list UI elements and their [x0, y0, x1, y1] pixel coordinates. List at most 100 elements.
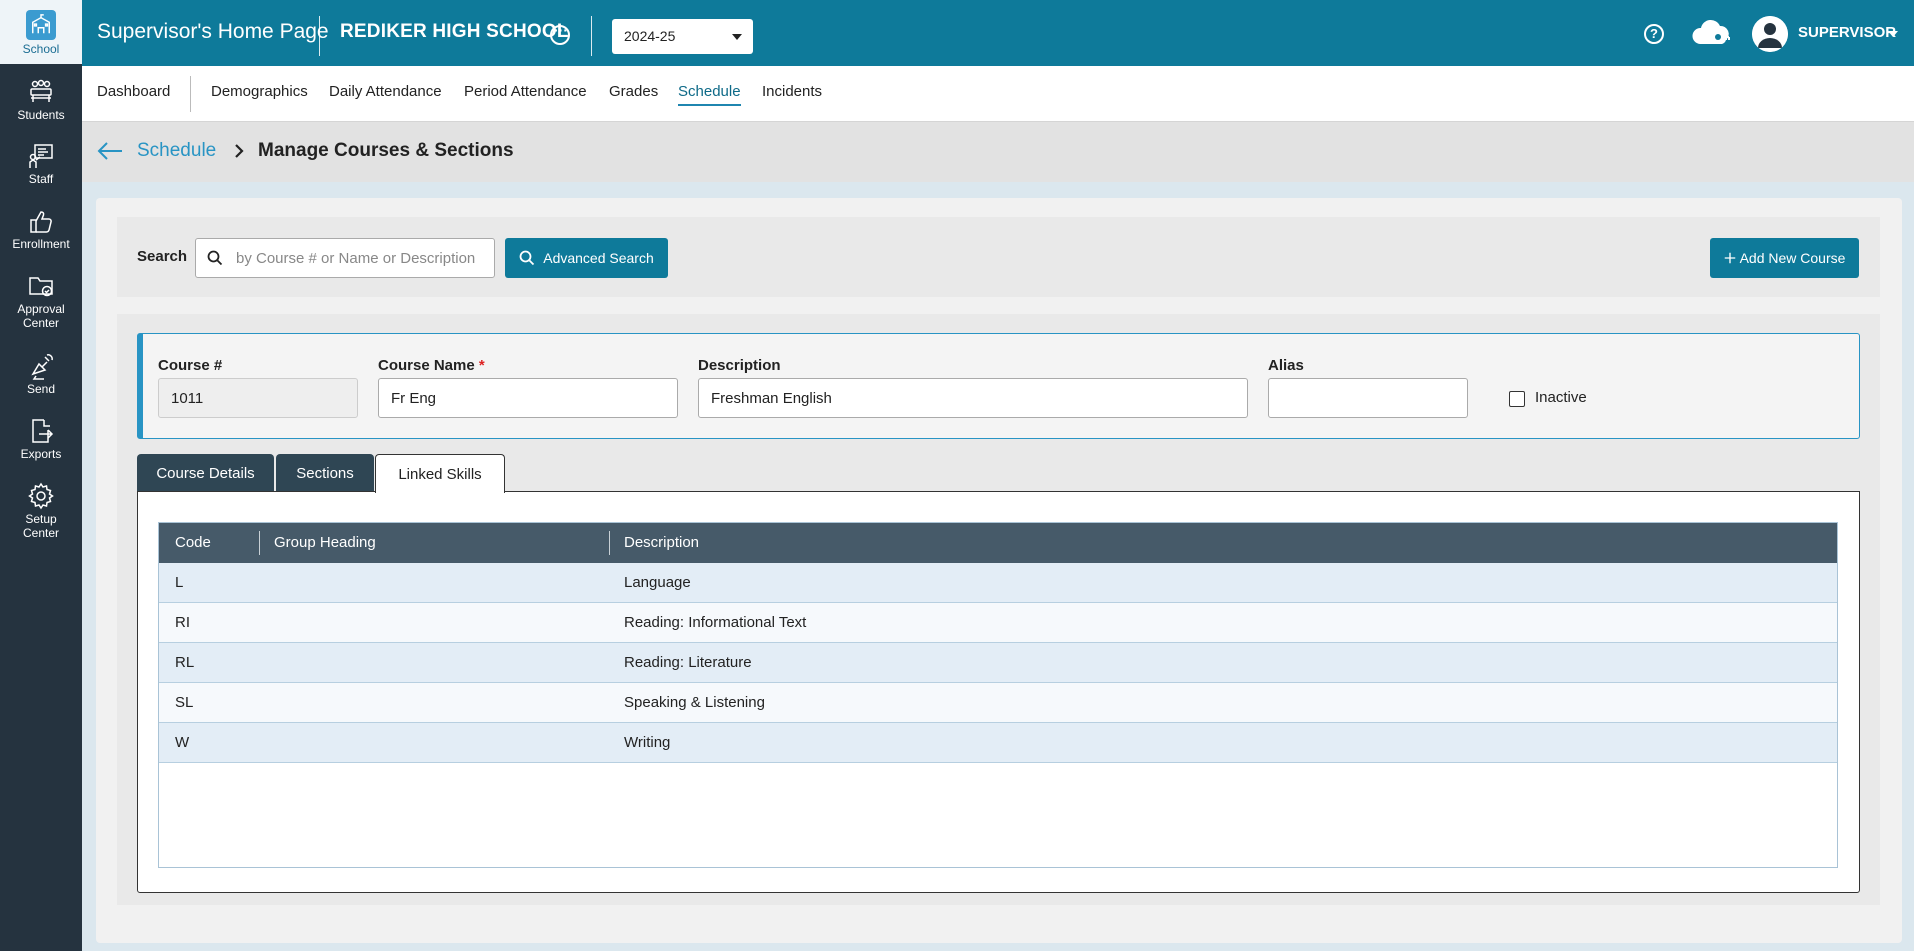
user-menu[interactable]: SUPERVISOR	[1798, 24, 1896, 41]
rail-item-approval-center[interactable]: Approval Center	[0, 272, 82, 330]
rail-item-send[interactable]: Send	[0, 352, 82, 396]
course-name-label: Course Name *	[378, 357, 485, 374]
required-mark: *	[478, 357, 485, 374]
nav-grades[interactable]: Grades	[609, 83, 658, 100]
cell-code: RL	[175, 654, 195, 671]
table-row[interactable]: W Writing	[159, 723, 1837, 763]
school-options-icon[interactable]	[550, 22, 570, 45]
alias-label: Alias	[1268, 357, 1304, 374]
top-bar: Supervisor's Home Page REDIKER HIGH SCHO…	[82, 0, 1914, 66]
alias-field[interactable]	[1268, 378, 1468, 418]
plus-icon	[1724, 252, 1735, 264]
nav-incidents[interactable]: Incidents	[762, 83, 822, 100]
table-row[interactable]: SL Speaking & Listening	[159, 683, 1837, 723]
cell-code: L	[175, 574, 184, 591]
module-nav: Dashboard Demographics Daily Attendance …	[82, 66, 1914, 122]
inactive-checkbox[interactable]	[1509, 391, 1525, 407]
description-field[interactable]: Freshman English	[698, 378, 1248, 418]
school-name: REDIKER HIGH SCHOOL	[340, 21, 569, 42]
nav-period-attendance[interactable]: Period Attendance	[464, 83, 587, 100]
nav-dashboard[interactable]: Dashboard	[97, 83, 170, 100]
enrollment-icon	[30, 211, 52, 233]
course-name-label-text: Course Name	[378, 357, 475, 374]
rail-label: Setup	[25, 512, 57, 526]
cloud-key-icon[interactable]	[1690, 18, 1734, 50]
table-row[interactable]: RI Reading: Informational Text	[159, 603, 1837, 643]
breadcrumb: Schedule Manage Courses & Sections	[82, 122, 1914, 182]
year-select[interactable]: 2024-25	[612, 19, 753, 54]
send-icon	[31, 354, 53, 380]
rail-label: Center	[22, 316, 60, 330]
cell-description: Language	[624, 574, 691, 591]
staff-icon	[29, 144, 53, 168]
cell-description: Speaking & Listening	[624, 694, 765, 711]
caret-down-icon	[732, 34, 742, 40]
inactive-label: Inactive	[1535, 389, 1587, 406]
rail-item-staff[interactable]: Staff	[0, 142, 82, 186]
search-label: Search	[137, 248, 188, 265]
rail-item-students[interactable]: Students	[0, 78, 82, 122]
caret-down-icon[interactable]	[1888, 31, 1898, 37]
advanced-search-button[interactable]: Advanced Search	[505, 238, 668, 278]
rail-label: School	[22, 42, 60, 56]
breadcrumb-schedule-link[interactable]: Schedule	[137, 140, 216, 162]
add-new-course-label: Add New Course	[1739, 250, 1846, 266]
page-title: Manage Courses & Sections	[258, 140, 514, 161]
column-resize-handle[interactable]	[259, 531, 260, 555]
nav-schedule[interactable]: Schedule	[678, 83, 741, 106]
rail-label: Enrollment	[12, 237, 70, 251]
course-name-field[interactable]: Fr Eng	[378, 378, 678, 418]
rail-item-exports[interactable]: Exports	[0, 417, 82, 461]
linked-skills-grid: Code Group Heading Description L Languag…	[158, 522, 1838, 868]
table-row[interactable]: RL Reading: Literature	[159, 643, 1837, 683]
rail-item-setup-center[interactable]: Setup Center	[0, 482, 82, 540]
grid-header: Code Group Heading Description	[159, 523, 1837, 563]
tab-linked-skills[interactable]: Linked Skills	[375, 454, 505, 493]
divider	[591, 16, 592, 56]
rail-item-school[interactable]: School	[0, 0, 82, 64]
setup-center-icon	[28, 482, 54, 510]
chevron-right-icon	[235, 144, 244, 158]
description-label: Description	[698, 357, 781, 374]
course-number-label: Course #	[158, 357, 223, 374]
divider	[190, 76, 191, 112]
back-arrow-icon[interactable]	[96, 140, 124, 162]
exports-icon	[32, 419, 54, 443]
tab-sections[interactable]: Sections	[276, 454, 374, 492]
help-icon[interactable]: ?	[1644, 24, 1664, 44]
advanced-search-label: Advanced Search	[543, 250, 654, 266]
avatar[interactable]	[1752, 16, 1788, 52]
column-header-description[interactable]: Description	[624, 534, 699, 551]
rail-label: Approval	[17, 302, 65, 316]
rail-item-enrollment[interactable]: Enrollment	[0, 207, 82, 251]
table-row[interactable]: L Language	[159, 563, 1837, 603]
home-page-title[interactable]: Supervisor's Home Page	[97, 20, 329, 44]
column-header-code[interactable]: Code	[175, 534, 211, 551]
nav-demographics[interactable]: Demographics	[211, 83, 308, 100]
cell-description: Writing	[624, 734, 671, 751]
course-number-field: 1011	[158, 378, 358, 418]
cell-description: Reading: Informational Text	[624, 614, 807, 631]
rail-label: Exports	[20, 447, 62, 461]
cell-code: SL	[175, 694, 194, 711]
students-icon	[30, 79, 52, 102]
nav-daily-attendance[interactable]: Daily Attendance	[329, 83, 442, 100]
rail-label: Staff	[28, 172, 54, 186]
add-new-course-button[interactable]: Add New Course	[1710, 238, 1859, 278]
cell-description: Reading: Literature	[624, 654, 752, 671]
rail-label: Center	[22, 526, 60, 540]
column-header-group-heading[interactable]: Group Heading	[274, 534, 376, 551]
school-icon	[26, 10, 56, 40]
search-input[interactable]	[195, 238, 495, 278]
tab-course-details[interactable]: Course Details	[137, 454, 274, 492]
divider	[319, 16, 320, 56]
column-resize-handle[interactable]	[609, 531, 610, 555]
year-value: 2024-25	[624, 28, 676, 44]
search-icon	[519, 250, 535, 266]
rail-label: Students	[17, 108, 65, 122]
search-icon	[207, 250, 223, 266]
rail-label: Send	[26, 382, 56, 396]
cell-code: W	[175, 734, 190, 751]
approval-center-icon	[29, 277, 53, 297]
cell-code: RI	[175, 614, 190, 631]
